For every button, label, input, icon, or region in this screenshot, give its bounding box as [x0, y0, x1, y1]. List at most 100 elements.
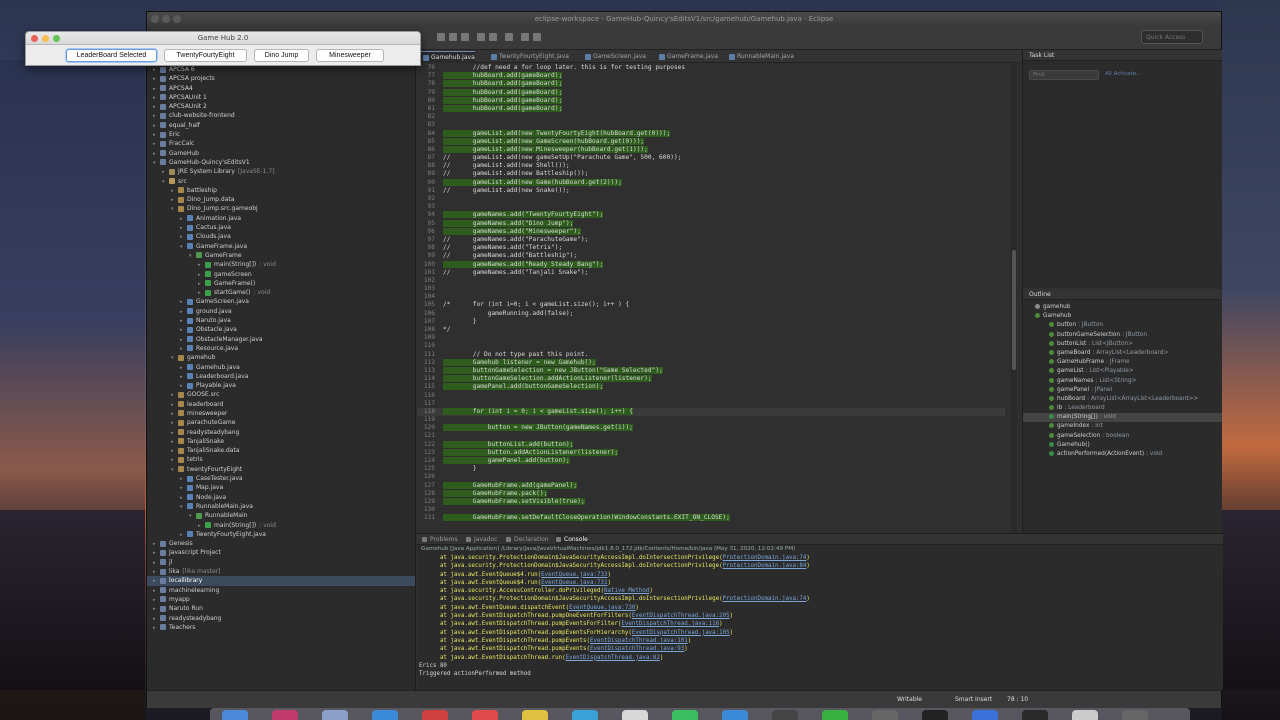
stacktrace-link[interactable]: EventDispatchThread.java:205	[632, 613, 730, 619]
console-tab[interactable]: Javadoc	[465, 534, 497, 545]
tree-item[interactable]: ▾ RunnableMain	[147, 511, 415, 520]
console-output[interactable]: at java.security.ProtectionDomain$JavaSe…	[417, 554, 1223, 678]
minesweeper-button[interactable]: Minesweeper	[316, 49, 384, 62]
code-line[interactable]: 121	[417, 432, 1005, 440]
code-line[interactable]: 120 button = new JButton(gameNames.get(i…	[417, 424, 1005, 432]
code-line[interactable]: 99 // gameNames.add("Battleship");	[417, 252, 1005, 260]
console-tab[interactable]: Problems	[421, 534, 458, 545]
code-line[interactable]: 115 gamePanel.add(buttonGameSelection);	[417, 383, 1005, 391]
dock-app-icon[interactable]	[772, 710, 798, 720]
game-hub-close-button[interactable]	[31, 35, 38, 42]
tree-item[interactable]: ▸ myapp	[147, 595, 415, 604]
tree-item[interactable]: ▸ main(String[]): void	[147, 521, 415, 530]
stacktrace-link[interactable]: ProtectionDomain.java:84	[723, 563, 807, 569]
tree-item[interactable]: ▸ jl	[147, 558, 415, 567]
tree-item[interactable]: ▸ Dino_Jump.data	[147, 195, 415, 204]
twenty-fourty-eight-button[interactable]: TwentyFourtyEight	[164, 49, 247, 62]
code-line[interactable]: 80 hubBoard.add(gameBoard);	[417, 96, 1005, 105]
tree-item[interactable]: ▸ APCSA projects	[147, 74, 415, 83]
code-line[interactable]: 93	[417, 203, 1005, 211]
tree-item[interactable]: ▸ Teachers	[147, 623, 415, 632]
code-line[interactable]: 131 GameHubFrame.setDefaultCloseOperatio…	[417, 514, 1005, 522]
code-line[interactable]: 104	[417, 293, 1005, 301]
tree-item[interactable]: ▸ main(String[]): void	[147, 260, 415, 269]
task-find-input[interactable]: Find	[1029, 70, 1099, 80]
tree-item[interactable]: ▸ Naruto Run	[147, 604, 415, 613]
outline-item[interactable]: main(String[]): void	[1023, 413, 1222, 423]
dock-app-icon[interactable]	[272, 710, 298, 720]
tree-item[interactable]: ▸ leaderboard	[147, 400, 415, 409]
code-line[interactable]: 102	[417, 277, 1005, 285]
tree-item[interactable]: ▸ gameScreen	[147, 270, 415, 279]
tree-item[interactable]: ▸ Obstacle.java	[147, 325, 415, 334]
tree-item[interactable]: ▾ gamehub	[147, 353, 415, 362]
tree-item[interactable]: ▸ Gamehub.java	[147, 363, 415, 372]
tree-item[interactable]: ▸ equal_half	[147, 121, 415, 130]
editor-tab[interactable]: GameFrame.java	[657, 51, 718, 63]
tree-item[interactable]: ▸ Clouds.java	[147, 232, 415, 241]
tree-item[interactable]: ▸ Animation.java	[147, 214, 415, 223]
search-icon[interactable]	[505, 33, 513, 41]
outline-item[interactable]: gameSelection: boolean	[1023, 432, 1222, 441]
code-line[interactable]: 108 */	[417, 326, 1005, 334]
tree-item[interactable]: ▸ Map.java	[147, 483, 415, 492]
stacktrace-link[interactable]: EventDispatchThread.java:105	[632, 630, 730, 636]
tree-item[interactable]: ▸ TwentyFourtyEight.java	[147, 530, 415, 539]
zoom-window-button[interactable]	[173, 15, 181, 23]
code-line[interactable]: 117	[417, 400, 1005, 408]
code-line[interactable]: 85 gameList.add(new GameScreen(hubBoard.…	[417, 137, 1005, 146]
code-line[interactable]: 126	[417, 473, 1005, 481]
code-line[interactable]: 106 gameRunning.add(false);	[417, 310, 1005, 318]
outline-item[interactable]: GameHubFrame: JFrame	[1023, 358, 1222, 367]
outline-item[interactable]: actionPerformed(ActionEvent): void	[1023, 450, 1222, 459]
chevron-right-icon[interactable]: ▸	[153, 624, 160, 633]
tree-item[interactable]: ▸ tetris	[147, 455, 415, 464]
outline-item[interactable]: Gamehub()	[1023, 441, 1222, 450]
dock-app-icon[interactable]	[622, 710, 648, 720]
code-line[interactable]: 88 // gameList.add(new Shell());	[417, 162, 1005, 170]
print-icon[interactable]	[461, 33, 469, 41]
tree-item[interactable]: ▸ startGame(): void	[147, 288, 415, 297]
tree-item[interactable]: ▸ Node.java	[147, 493, 415, 502]
tree-item[interactable]: ▸ club-website-frontend	[147, 111, 415, 120]
outline-item[interactable]: hubBoard: ArrayList<ArrayList<Leaderboar…	[1023, 395, 1222, 404]
code-line[interactable]: 110	[417, 342, 1005, 350]
tree-item[interactable]: ▸ APCSAUnit 2	[147, 102, 415, 111]
stacktrace-link[interactable]: ProtectionDomain.java:74	[723, 555, 807, 561]
code-line[interactable]: 95 gameNames.add("Dino Jump");	[417, 219, 1005, 228]
dock-app-icon[interactable]	[222, 710, 248, 720]
outline-item[interactable]: gamePanel: JPanel	[1023, 386, 1222, 395]
code-line[interactable]: 87 // gameList.add(new gameSetUp("Parachu…	[417, 154, 1005, 162]
tree-item[interactable]: ▸ ObstacleManager.java	[147, 335, 415, 344]
dino-jump-button[interactable]: Dino Jump	[254, 49, 309, 62]
code-line[interactable]: 119	[417, 416, 1005, 424]
back-arrow-icon[interactable]	[521, 33, 529, 41]
stacktrace-link[interactable]: EventQueue.java:731	[541, 580, 607, 586]
tree-item[interactable]: ▸ TanjaliSnake.data	[147, 446, 415, 455]
outline-item[interactable]: gameList: List<Playable>	[1023, 367, 1222, 376]
dock-app-icon[interactable]	[722, 710, 748, 720]
tree-item[interactable]: ▸ Eric	[147, 130, 415, 139]
code-line[interactable]: 114 buttonGameSelection.addActionListene…	[417, 375, 1005, 383]
tree-item[interactable]: ▸ readysteadybang	[147, 428, 415, 437]
tree-item[interactable]: ▸ minesweeper	[147, 409, 415, 418]
tree-item[interactable]: ▸ Resource.java	[147, 344, 415, 353]
tree-item[interactable]: ▸ TanjaliSnake	[147, 437, 415, 446]
tree-item[interactable]: ▸ JRE System Library [JavaSE-1.7]	[147, 167, 415, 176]
editor-tab[interactable]: TwentyFourtyEight.java	[489, 51, 569, 63]
code-line[interactable]: 122 buttonList.add(button);	[417, 440, 1005, 449]
tree-item[interactable]: ▸ APCSA 6	[147, 65, 415, 74]
code-line[interactable]: 125 }	[417, 465, 1005, 473]
code-line[interactable]: 107 }	[417, 318, 1005, 326]
code-line[interactable]: 96 gameNames.add("Minesweeper");	[417, 227, 1005, 236]
tree-item[interactable]: ▸ readysteadybang	[147, 614, 415, 623]
code-line[interactable]: 111 // Do not type past this point.	[417, 351, 1005, 359]
code-area[interactable]: 76 //def need a for loop later. this is …	[417, 64, 1005, 534]
code-line[interactable]: 97 // gameNames.add("ParachuteGame");	[417, 236, 1005, 244]
dock-app-icon[interactable]	[522, 710, 548, 720]
tree-item[interactable]: ▸ APCSA4	[147, 84, 415, 93]
code-line[interactable]: 129 GameHubFrame.setVisible(true);	[417, 497, 1005, 506]
code-line[interactable]: 130	[417, 506, 1005, 514]
tree-item[interactable]: ▸ Javascript Project	[147, 548, 415, 557]
tree-item[interactable]: ▸ Genesis	[147, 539, 415, 548]
